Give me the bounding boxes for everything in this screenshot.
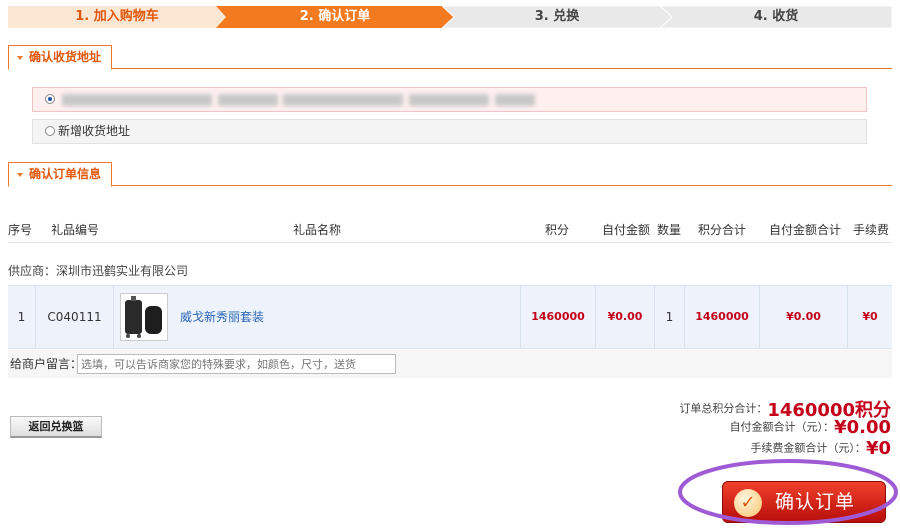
address-section-tab: 确认收货地址 bbox=[8, 45, 113, 70]
confirm-order-button[interactable]: ✓ 确认订单 bbox=[722, 481, 886, 523]
row-no: 1 bbox=[8, 286, 36, 348]
col-no: 序号 bbox=[8, 223, 33, 237]
step-exchange: 3. 兑换 bbox=[442, 6, 672, 28]
message-label: 给商户留言： bbox=[10, 357, 83, 371]
order-section-header: 确认订单信息 bbox=[8, 162, 892, 187]
redacted-text bbox=[283, 93, 404, 106]
back-to-basket-button[interactable]: 返回兑换篮 bbox=[10, 416, 102, 438]
col-qty: 数量 bbox=[657, 223, 682, 237]
row-points-total: 1460000 bbox=[685, 286, 760, 348]
col-self-pay: 自付金额 bbox=[602, 223, 651, 237]
redacted-text bbox=[217, 93, 278, 106]
address-radio-selected[interactable] bbox=[45, 93, 55, 104]
product-thumbnail[interactable] bbox=[120, 293, 168, 341]
fee-total-line: 手续费金额合计（元）：¥0 bbox=[491, 438, 891, 459]
table-row: 1 C040111 威戈新秀丽套装 1460000 ¥0.00 1 146000… bbox=[8, 285, 892, 349]
fee-total-label: 手续费金额合计（元）： bbox=[750, 441, 866, 455]
row-self-pay: ¥0.00 bbox=[596, 286, 655, 348]
row-fee: ¥0 bbox=[862, 310, 878, 323]
redacted-text bbox=[495, 93, 536, 106]
message-row: 给商户留言： bbox=[8, 350, 892, 378]
col-points: 积分 bbox=[545, 223, 570, 237]
col-points-total: 积分合计 bbox=[698, 223, 747, 237]
check-icon: ✓ bbox=[734, 489, 762, 517]
redacted-text bbox=[409, 93, 490, 106]
row-self-pay-total: ¥0.00 bbox=[760, 286, 848, 348]
address-radio-new[interactable] bbox=[45, 125, 55, 136]
triangle-down-icon bbox=[17, 55, 23, 60]
order-table-header: 序号 礼品编号 礼品名称 积分 自付金额 数量 积分合计 自付金额合计 手续费 bbox=[8, 217, 892, 243]
product-name-link[interactable]: 威戈新秀丽套装 bbox=[180, 286, 264, 348]
row-qty: 1 bbox=[655, 286, 685, 348]
self-pay-total-line: 自付金额合计（元）：¥0.00 bbox=[491, 417, 891, 438]
self-pay-total-value: ¥0.00 bbox=[834, 417, 891, 438]
step-receive: 4. 收货 bbox=[660, 6, 892, 28]
step-add-to-cart: 1. 加入购物车 bbox=[8, 6, 226, 28]
message-input[interactable] bbox=[77, 354, 396, 374]
row-name-cell bbox=[114, 286, 521, 348]
new-address-label: 新增收货地址 bbox=[58, 124, 131, 138]
triangle-down-icon bbox=[17, 172, 23, 177]
redacted-text bbox=[61, 93, 212, 106]
col-self-pay-total: 自付金额合计 bbox=[769, 223, 842, 237]
row-points: 1460000 bbox=[521, 286, 596, 348]
confirm-order-label: 确认订单 bbox=[775, 491, 856, 513]
address-section-header: 确认收货地址 bbox=[8, 45, 892, 70]
row-code: C040111 bbox=[36, 286, 114, 348]
self-pay-total-label: 自付金额合计（元）： bbox=[729, 420, 835, 434]
step-confirm-order: 2. 确认订单 bbox=[216, 6, 454, 28]
col-code: 礼品编号 bbox=[51, 223, 100, 237]
checkout-steps: 1. 加入购物车 2. 确认订单 3. 兑换 4. 收货 bbox=[8, 6, 892, 28]
order-section-tab: 确认订单信息 bbox=[8, 162, 113, 187]
address-option-saved[interactable] bbox=[32, 87, 867, 112]
col-name: 礼品名称 bbox=[293, 223, 342, 237]
col-fee: 手续费 bbox=[853, 223, 890, 237]
address-option-new[interactable]: 新增收货地址 bbox=[32, 119, 867, 144]
fee-total-value: ¥0 bbox=[865, 438, 891, 459]
supplier-label: 供应商：深圳市迅鹤实业有限公司 bbox=[8, 264, 189, 278]
total-points-label: 订单总积分合计： bbox=[679, 402, 768, 415]
